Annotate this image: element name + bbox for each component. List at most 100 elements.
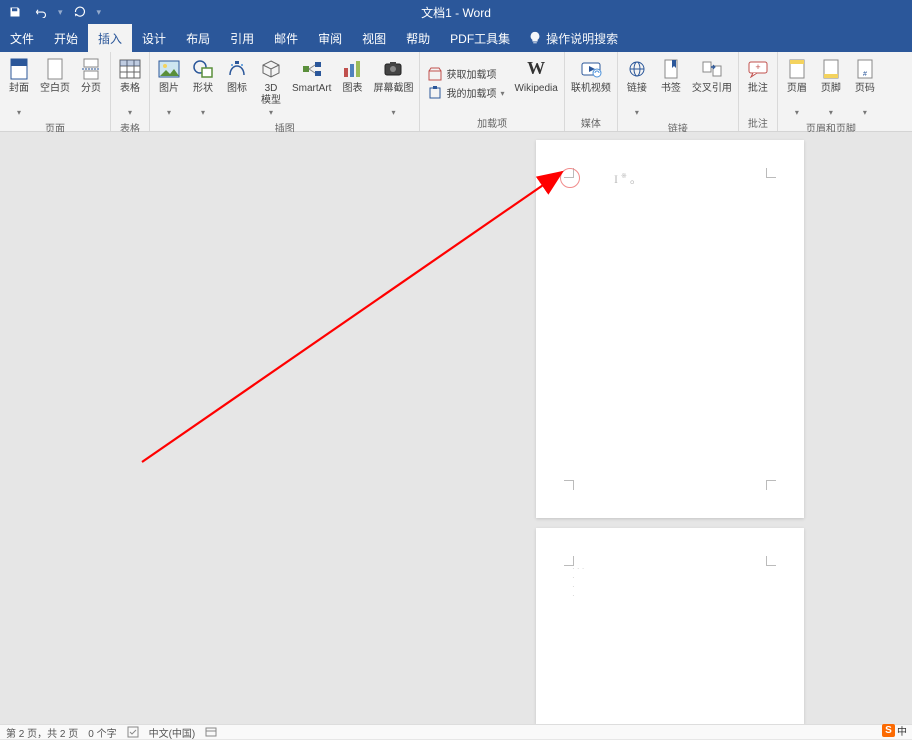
cursor-mark: I ※ 。 xyxy=(614,170,642,187)
group-pages: 封面▾ 空白页 分页 页面 xyxy=(0,52,111,131)
redo-button[interactable] xyxy=(71,3,89,21)
qat-customize-icon[interactable]: ▾ xyxy=(97,7,102,18)
macro-button[interactable] xyxy=(205,726,217,738)
smartart-icon xyxy=(300,57,324,81)
footer-button[interactable]: 页脚▾ xyxy=(816,55,846,120)
wikipedia-icon: W xyxy=(524,57,548,81)
blank-page-icon xyxy=(43,57,67,81)
document-area[interactable]: I ※ 。 · · ···· xyxy=(0,132,912,724)
page-content-fragment: · · ···· xyxy=(572,564,584,600)
lightbulb-icon xyxy=(528,31,542,45)
page-number-icon: # xyxy=(853,57,877,81)
tab-layout[interactable]: 布局 xyxy=(176,24,220,52)
redo-icon xyxy=(74,6,86,18)
table-icon xyxy=(118,57,142,81)
status-bar: 第 2 页，共 2 页 0 个字 中文(中国) S 中 xyxy=(0,724,912,739)
sogou-icon: S xyxy=(882,724,895,737)
online-video-icon xyxy=(579,57,603,81)
menu-bar: 文件 开始 插入 设计 布局 引用 邮件 审阅 视图 帮助 PDF工具集 操作说… xyxy=(0,24,912,52)
picture-icon xyxy=(157,57,181,81)
shapes-icon xyxy=(191,57,215,81)
addin-icon xyxy=(428,86,442,100)
cross-ref-icon xyxy=(700,57,724,81)
save-icon xyxy=(9,6,21,18)
screenshot-icon xyxy=(381,57,405,81)
page-2[interactable]: · · ···· xyxy=(536,528,804,724)
blank-page-button[interactable]: 空白页 xyxy=(38,55,72,109)
3d-models-button[interactable]: 3D 模型▾ xyxy=(256,55,286,120)
icons-button[interactable]: 图标 xyxy=(222,55,252,109)
undo-button[interactable] xyxy=(32,3,50,21)
svg-text:+: + xyxy=(755,62,760,72)
group-label-media: 媒体 xyxy=(565,115,617,131)
link-icon xyxy=(625,57,649,81)
group-addins: 获取加载项 我的加载项 ▾ W Wikipedia 加载项 xyxy=(420,52,564,131)
get-addins-button[interactable]: 获取加载项 xyxy=(424,64,508,83)
wikipedia-button[interactable]: W Wikipedia xyxy=(512,55,559,109)
3d-models-icon xyxy=(259,57,283,81)
my-addins-button[interactable]: 我的加载项 ▾ xyxy=(424,83,508,102)
tab-pdf-tools[interactable]: PDF工具集 xyxy=(440,24,520,52)
group-tables: 表格▾ 表格 xyxy=(111,52,150,131)
smartart-button[interactable]: SmartArt xyxy=(290,55,333,109)
table-button[interactable]: 表格▾ xyxy=(115,55,145,120)
annotation-arrow xyxy=(138,160,578,470)
chart-icon xyxy=(340,57,364,81)
status-page[interactable]: 第 2 页，共 2 页 xyxy=(6,725,78,740)
tab-review[interactable]: 审阅 xyxy=(308,24,352,52)
tab-view[interactable]: 视图 xyxy=(352,24,396,52)
shapes-button[interactable]: 形状▾ xyxy=(188,55,218,120)
footer-icon xyxy=(819,57,843,81)
group-links: 链接▾ 书签 交叉引用 链接 xyxy=(618,52,739,131)
bookmark-button[interactable]: 书签 xyxy=(656,55,686,109)
status-word-count[interactable]: 0 个字 xyxy=(88,725,116,740)
tab-insert[interactable]: 插入 xyxy=(88,24,132,52)
page-1[interactable]: I ※ 。 xyxy=(536,140,804,518)
save-button[interactable] xyxy=(6,3,24,21)
link-button[interactable]: 链接▾ xyxy=(622,55,652,120)
header-button[interactable]: 页眉▾ xyxy=(782,55,812,120)
picture-button[interactable]: 图片▾ xyxy=(154,55,184,120)
group-label-addins: 加载项 xyxy=(420,115,563,131)
header-icon xyxy=(785,57,809,81)
comment-button[interactable]: + 批注 xyxy=(743,55,773,109)
quick-access-toolbar: ▾ ▾ xyxy=(0,3,101,21)
group-label-comments: 批注 xyxy=(739,115,777,131)
document-title: 文档1 - Word xyxy=(421,4,491,21)
undo-icon xyxy=(35,6,47,18)
annotation-circle xyxy=(560,168,580,188)
tab-help[interactable]: 帮助 xyxy=(396,24,440,52)
spellcheck-icon xyxy=(127,726,139,738)
cover-page-button[interactable]: 封面▾ xyxy=(4,55,34,120)
tell-me-label: 操作说明搜索 xyxy=(546,30,618,47)
group-illustrations: 图片▾ 形状▾ 图标 3D 模型▾ SmartArt 图表 xyxy=(150,52,420,131)
page-break-icon xyxy=(79,57,103,81)
macro-icon xyxy=(205,726,217,738)
tab-mailings[interactable]: 邮件 xyxy=(264,24,308,52)
screenshot-button[interactable]: 屏幕截图▾ xyxy=(371,55,415,120)
qat-dropdown-icon[interactable]: ▾ xyxy=(58,7,63,18)
spellcheck-button[interactable] xyxy=(127,726,139,738)
icons-icon xyxy=(225,57,249,81)
comment-icon: + xyxy=(746,57,770,81)
group-header-footer: 页眉▾ 页脚▾ # 页码▾ 页眉和页脚 xyxy=(778,52,884,131)
title-bar: ▾ ▾ 文档1 - Word xyxy=(0,0,912,24)
chart-button[interactable]: 图表 xyxy=(337,55,367,109)
tell-me-search[interactable]: 操作说明搜索 xyxy=(520,24,618,52)
svg-text:#: # xyxy=(863,71,867,78)
tab-references[interactable]: 引用 xyxy=(220,24,264,52)
online-video-button[interactable]: 联机视频 xyxy=(569,55,613,109)
page-break-button[interactable]: 分页 xyxy=(76,55,106,109)
store-icon xyxy=(428,67,442,81)
tab-design[interactable]: 设计 xyxy=(132,24,176,52)
tab-file[interactable]: 文件 xyxy=(0,24,44,52)
bookmark-icon xyxy=(659,57,683,81)
ime-mode: 中 xyxy=(897,723,907,738)
status-language[interactable]: 中文(中国) xyxy=(149,725,196,740)
cover-page-icon xyxy=(7,57,31,81)
cross-reference-button[interactable]: 交叉引用 xyxy=(690,55,734,109)
group-media: 联机视频 媒体 xyxy=(565,52,618,131)
page-number-button[interactable]: # 页码▾ xyxy=(850,55,880,120)
tab-home[interactable]: 开始 xyxy=(44,24,88,52)
ime-indicator[interactable]: S 中 xyxy=(882,723,912,737)
